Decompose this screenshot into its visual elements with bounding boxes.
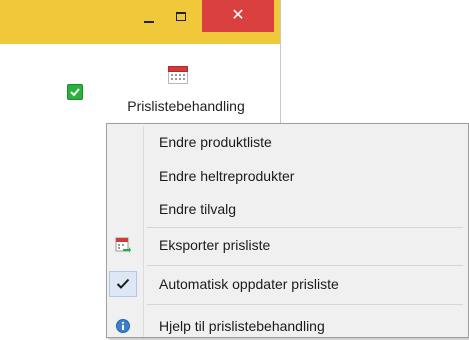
close-button[interactable]: ✕ xyxy=(202,0,274,32)
context-menu: Endre produktliste Endre heltreprodukter… xyxy=(106,123,469,338)
menu-item-label: Endre heltreprodukter xyxy=(159,168,295,184)
maximize-icon xyxy=(176,11,186,21)
menu-item-endre-tilvalg[interactable]: Endre tilvalg xyxy=(109,195,465,223)
menu-item-eksporter-prisliste[interactable]: Eksporter prisliste xyxy=(109,231,465,259)
prislistebehandling-label: Prislistebehandling xyxy=(127,98,245,114)
info-icon xyxy=(111,314,135,338)
minimize-button[interactable] xyxy=(130,0,168,32)
menu-item-label: Hjelp til prislistebehandling xyxy=(159,318,325,334)
calendar-icon xyxy=(168,66,188,84)
export-pricelist-icon xyxy=(111,233,135,257)
close-icon: ✕ xyxy=(231,7,245,24)
ribbon: Prislistebehandling xyxy=(0,44,280,125)
menu-item-automatisk-oppdater[interactable]: Automatisk oppdater prisliste xyxy=(109,270,465,298)
menu-item-label: Eksporter prisliste xyxy=(159,237,271,253)
minimize-icon xyxy=(144,21,154,23)
menu-separator xyxy=(147,265,463,266)
menu-item-endre-heltreprodukter[interactable]: Endre heltreprodukter xyxy=(109,162,465,190)
menu-item-hjelp[interactable]: Hjelp til prislistebehandling xyxy=(109,312,465,340)
menu-item-endre-produktliste[interactable]: Endre produktliste xyxy=(109,128,465,156)
title-bar: ✕ xyxy=(0,0,280,44)
menu-item-label: Automatisk oppdater prisliste xyxy=(159,276,339,292)
maximize-button[interactable] xyxy=(164,0,198,32)
green-check-icon xyxy=(67,84,83,100)
checkmark-icon xyxy=(109,271,137,297)
menu-item-label: Endre tilvalg xyxy=(159,201,237,217)
app-window: ✕ Prislistebehandling xyxy=(0,0,281,125)
prislistebehandling-button[interactable]: Prislistebehandling xyxy=(116,66,256,118)
menu-separator xyxy=(147,227,463,228)
menu-item-label: Endre produktliste xyxy=(159,134,272,150)
menu-separator xyxy=(147,304,463,305)
